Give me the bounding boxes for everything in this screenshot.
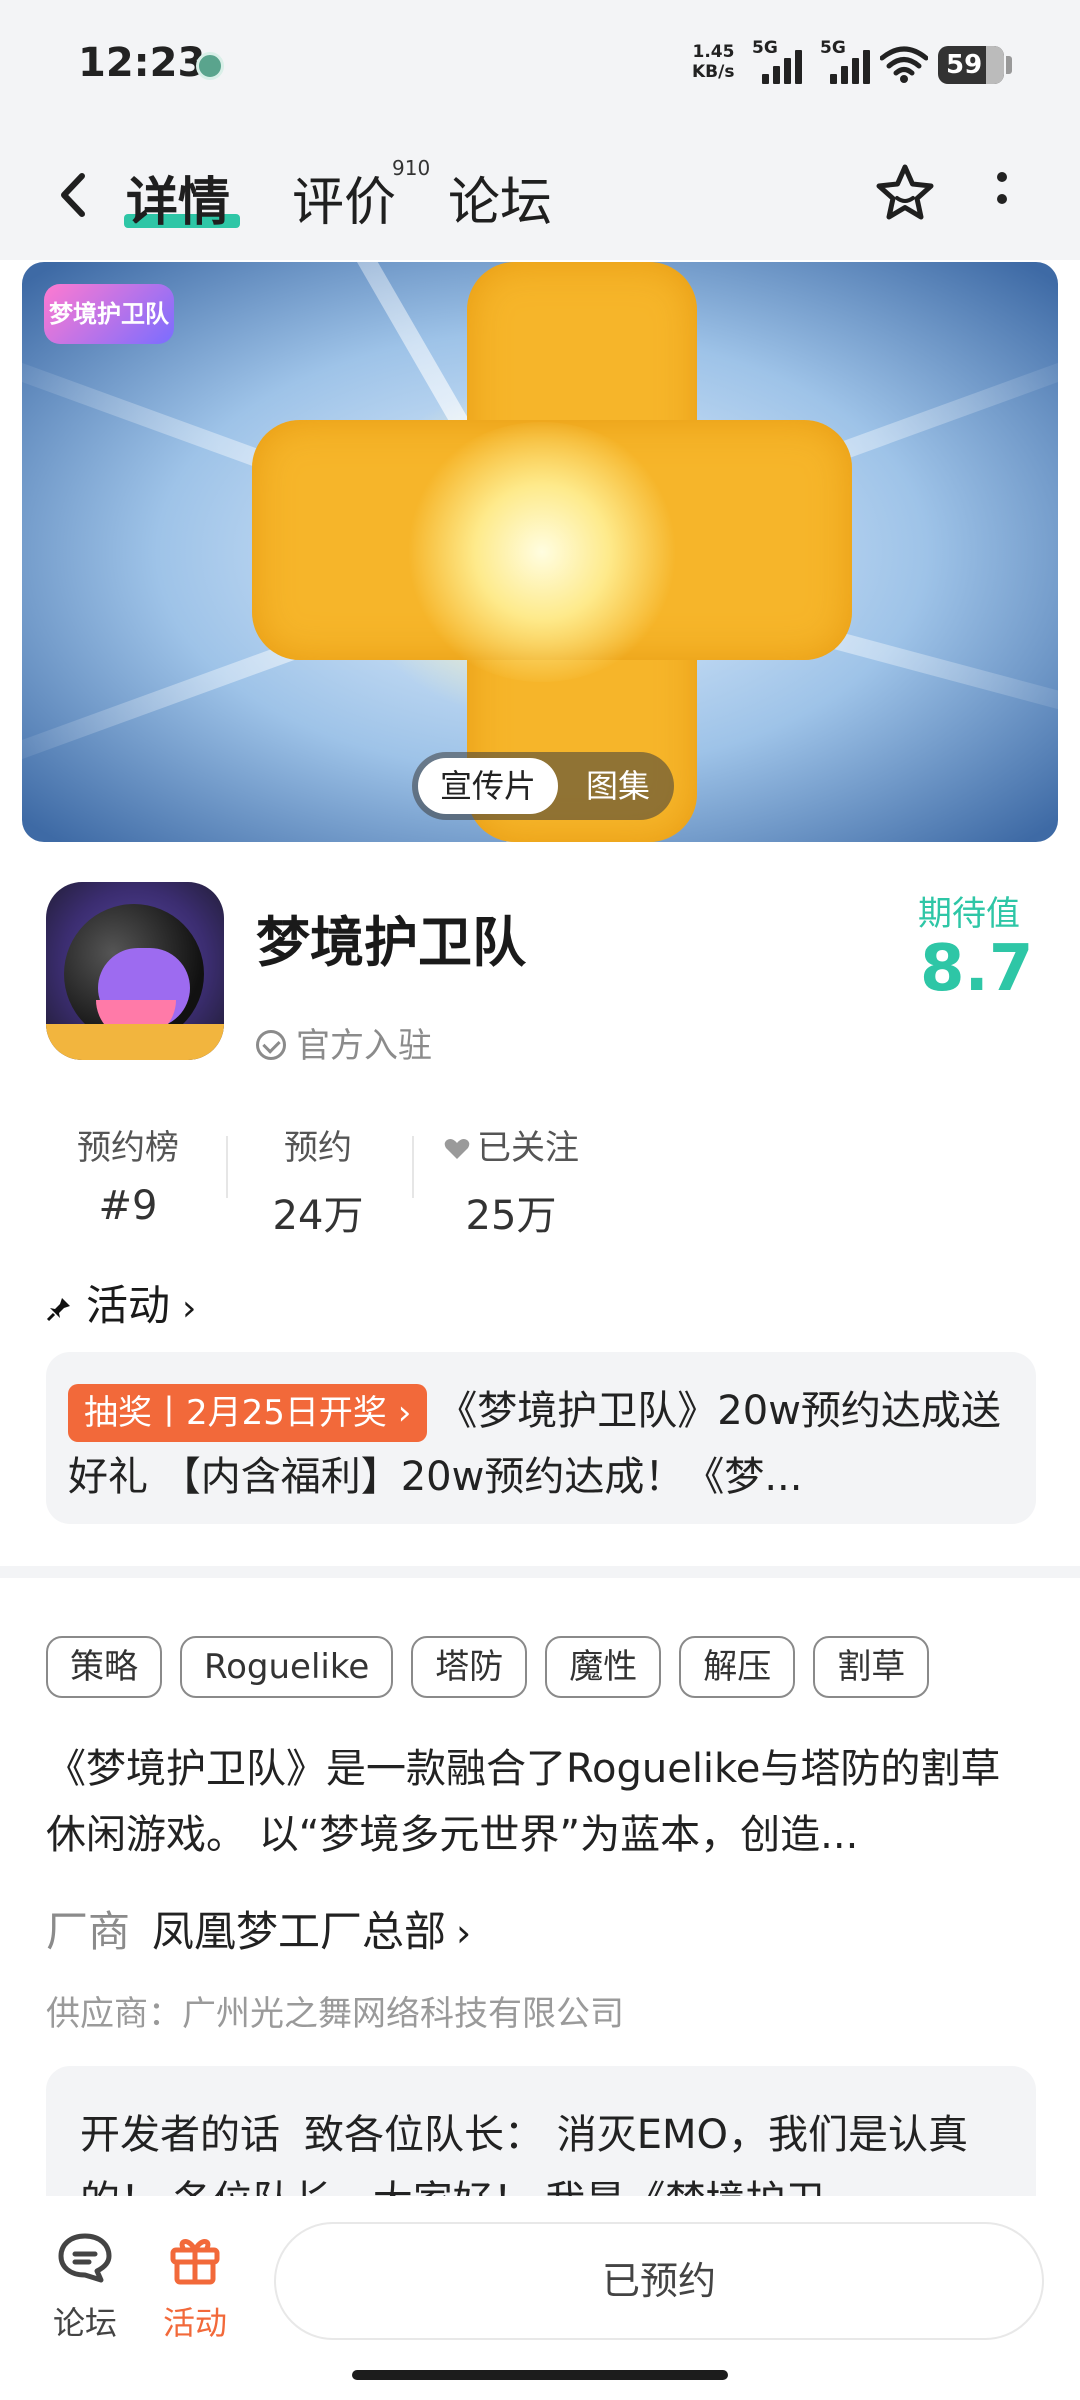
stat-label: 预约榜 [77,1128,179,1168]
stat-value: 25万 [465,1193,557,1239]
signal-icon-2: 5G [820,38,880,84]
tab-details[interactable]: 详情 [126,160,230,235]
stat-reserve-rank[interactable]: 预约榜 #9 [70,1120,186,1229]
network-speed: 1.45 KB/s [692,42,734,82]
tab-details-label: 详情 [126,173,231,233]
status-bar: 12:23 1.45 KB/s 5G 5G 59 [0,0,1080,130]
top-nav: 详情 评价 910 论坛 [0,130,1080,260]
tag-chip[interactable]: 魔性 [545,1636,662,1698]
vendor-row[interactable]: 厂商 凤凰梦工厂总部 › [46,1898,471,1959]
toggle-promo-video[interactable]: 宣传片 [418,758,558,814]
supplier-info: 供应商：广州光之舞网络科技有限公司 [46,1994,624,2034]
toggle-gallery[interactable]: 图集 [570,758,666,814]
battery-level: 59 [946,50,983,80]
promo-banner[interactable]: 梦境护卫队 宣传片 图集 [22,262,1058,842]
tab-reviews[interactable]: 评价 [292,160,396,235]
tag-chip[interactable]: 解压 [679,1636,796,1698]
chevron-right-icon: › [456,1911,472,1955]
vendor-label: 厂商 [46,1907,131,1956]
tab-forum-label: 论坛 [448,173,553,233]
tag-chip[interactable]: Roguelike [180,1636,394,1698]
stat-value: #9 [98,1183,158,1229]
game-description[interactable]: 《梦境护卫队》是一款融合了Roguelike与塔防的割草休闲游戏。 以“梦境多元… [46,1736,1036,1868]
media-toggle: 宣传片 图集 [412,752,674,820]
network-speed-value: 1.45 [692,42,735,62]
stat-label-text: 已关注 [477,1128,579,1168]
tag-list: 策略 Roguelike 塔防 魔性 解压 割草 [46,1636,930,1698]
tab-reviews-label: 评价 [292,173,397,233]
developer-note-title: 开发者的话 [80,2112,280,2158]
bottom-activity-label: 活动 [162,2304,227,2342]
pin-icon [46,1298,70,1322]
game-app-icon [46,882,224,1060]
stat-label: 预约 [284,1128,352,1168]
wifi-icon [880,46,928,83]
tag-chip[interactable]: 塔防 [411,1636,528,1698]
lottery-badge: 抽奖丨2月25日开奖 › [68,1384,428,1442]
more-options-icon[interactable] [990,172,1014,218]
activity-card[interactable]: 抽奖丨2月25日开奖 › 《梦境护卫队》20w预约达成送好礼 【内含福利】20w预… [46,1352,1036,1524]
verified-label: 官方入驻 [256,1018,432,1067]
verified-text: 官方入驻 [296,1026,432,1066]
developer-note-card[interactable]: 开发者的话 致各位队长： 消灭EMO，我们是认真的！ 各位队长，大家好！ 我是《梦… [46,2066,1036,2206]
tag-chip[interactable]: 割草 [813,1636,930,1698]
status-time: 12:23 [78,40,206,86]
home-indicator[interactable] [352,2370,728,2380]
gift-icon [170,2239,220,2285]
vendor-name: 凤凰梦工厂总部 [152,1907,447,1956]
tab-forum[interactable]: 论坛 [448,160,552,235]
lottery-badge-text: 抽奖丨2月25日开奖 [84,1393,387,1433]
favorite-star-icon[interactable] [874,162,936,224]
chevron-right-icon: › [182,1288,197,1329]
chat-bubble-icon [58,2233,112,2283]
verified-check-icon [256,1029,286,1060]
stat-value: 24万 [272,1193,364,1239]
signal-icon: 5G [752,38,812,84]
bottom-forum-button[interactable]: 论坛 [40,2230,130,2344]
activity-content: 抽奖丨2月25日开奖 › 《梦境护卫队》20w预约达成送好礼 【内含福利】20w预… [68,1378,1014,1510]
back-arrow-icon[interactable] [54,170,94,220]
game-title: 梦境护卫队 [256,911,526,974]
battery-icon: 59 [938,46,1012,84]
review-count-badge: 910 [392,156,431,180]
expectation-label: 期待值 [918,894,1020,934]
expectation-score: 8.7 [920,932,1034,1006]
stat-followers[interactable]: 已关注 25万 [436,1120,586,1241]
activity-header-label: 活动 [86,1281,171,1330]
banner-glow [402,422,682,682]
stat-reservations[interactable]: 预约 24万 [260,1120,376,1241]
game-logo: 梦境护卫队 [44,284,174,344]
tag-chip[interactable]: 策略 [46,1636,162,1698]
reserved-button[interactable]: 已预约 [274,2222,1044,2340]
activity-header[interactable]: 活动 › [46,1272,196,1333]
location-indicator-icon [196,52,224,80]
bottom-forum-label: 论坛 [52,2304,117,2342]
heart-icon [444,1139,470,1159]
bottom-activity-button[interactable]: 活动 [150,2230,240,2344]
developer-note: 开发者的话 致各位队长： 消灭EMO，我们是认真的！ 各位队长，大家好！ 我是《梦… [80,2102,1010,2206]
stat-label: 已关注 [436,1120,586,1169]
network-speed-unit: KB/s [692,62,735,82]
section-divider [0,1566,1080,1578]
